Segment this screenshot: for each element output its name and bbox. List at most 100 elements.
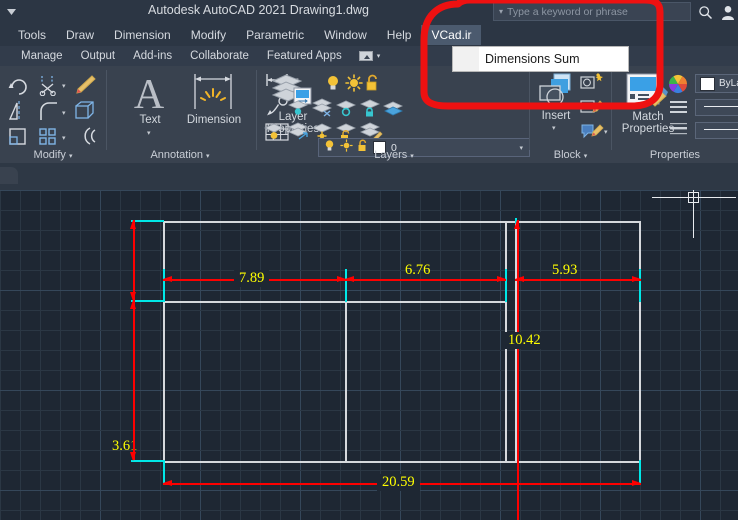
define-attributes-icon[interactable] bbox=[580, 121, 604, 141]
lineweight-combo[interactable] bbox=[695, 122, 738, 139]
dimline-6.76-arrow-left bbox=[345, 276, 354, 282]
layer-freeze-icon[interactable] bbox=[311, 98, 333, 117]
panel-caret-icon[interactable]: ▾ bbox=[584, 153, 588, 160]
layer-lock-icon[interactable] bbox=[359, 98, 381, 117]
layer-unlock-icon[interactable] bbox=[365, 74, 381, 92]
edit-block-icon[interactable] bbox=[580, 96, 604, 116]
text-dropdown-caret-icon[interactable]: ▾ bbox=[147, 129, 151, 137]
layer-sun-icon[interactable] bbox=[345, 74, 363, 92]
lineweight-icon[interactable] bbox=[670, 122, 687, 138]
menu-item-tools[interactable]: Tools bbox=[8, 25, 56, 45]
search-input[interactable]: ▾ Type a keyword or phrase bbox=[493, 2, 691, 21]
linear-dimension-icon[interactable] bbox=[192, 71, 234, 113]
drawing-canvas[interactable]: 3.61 6.81 7.89 6.76 5.93 10.42 20.59 bbox=[0, 190, 738, 520]
dimline-5.93[interactable] bbox=[515, 279, 641, 281]
dim-text-20.59[interactable]: 20.59 bbox=[377, 474, 420, 491]
menu-item-dimensions-sum[interactable]: Dimensions Sum bbox=[485, 52, 579, 66]
menu-item-window[interactable]: Window bbox=[314, 25, 377, 45]
linetype-combo[interactable] bbox=[695, 99, 738, 116]
layer-merge-icon[interactable] bbox=[382, 98, 404, 117]
wall-bottom[interactable] bbox=[163, 461, 641, 463]
user-account-icon[interactable] bbox=[718, 2, 738, 22]
array-icon[interactable] bbox=[38, 126, 60, 146]
insert-button-label[interactable]: Insert bbox=[532, 110, 580, 122]
panel-caret-icon[interactable]: ▾ bbox=[206, 153, 210, 160]
object-color-combo[interactable]: ByLayer bbox=[695, 74, 738, 93]
dimension-button-label[interactable]: Dimension bbox=[175, 114, 253, 126]
tab-output[interactable]: Output bbox=[72, 48, 125, 64]
wall-interior-vertical-1[interactable] bbox=[345, 301, 347, 463]
menu-item-modify[interactable]: Modify bbox=[181, 25, 236, 45]
panel-label-text: Annotation bbox=[150, 149, 204, 161]
search-icon[interactable] bbox=[695, 2, 715, 22]
create-block-icon[interactable] bbox=[580, 72, 604, 92]
wall-top[interactable] bbox=[163, 221, 641, 223]
tab-add-ins[interactable]: Add-ins bbox=[124, 48, 181, 64]
match-properties-icon[interactable] bbox=[624, 72, 668, 110]
title-bar: Autodesk AutoCAD 2021 Drawing1.dwg ▾ Typ… bbox=[0, 0, 738, 24]
crosshair-pickbox bbox=[688, 192, 699, 203]
search-dropdown-icon[interactable]: ▾ bbox=[494, 7, 507, 16]
lineweight-preview bbox=[704, 129, 738, 130]
attributes-dropdown-caret-icon[interactable]: ▾ bbox=[604, 128, 608, 136]
tab-collaborate[interactable]: Collaborate bbox=[181, 48, 258, 64]
tab-featured-apps[interactable]: Featured Apps bbox=[258, 48, 351, 64]
dim-text-5.93[interactable]: 5.93 bbox=[552, 262, 577, 279]
fillet-dropdown-caret-icon[interactable]: ▾ bbox=[62, 109, 66, 117]
dimline-6.76[interactable] bbox=[345, 279, 506, 281]
fillet-icon[interactable] bbox=[38, 101, 60, 121]
ribbon-panel-annotation-label: Annotation ▾ bbox=[107, 149, 253, 161]
ribbon-minimize-icon[interactable] bbox=[358, 51, 373, 61]
color-wheel-icon[interactable] bbox=[668, 74, 688, 94]
wall-interior-horizontal[interactable] bbox=[163, 301, 506, 303]
ribbon-panel-layers: Layer Properties bbox=[257, 66, 531, 163]
quick-access-dropdown-icon[interactable] bbox=[0, 0, 22, 24]
layer-isolate-icon[interactable] bbox=[287, 98, 309, 117]
menu-item-parametric[interactable]: Parametric bbox=[236, 25, 314, 45]
linetype-icon[interactable] bbox=[670, 100, 687, 116]
trim-dropdown-caret-icon[interactable]: ▾ bbox=[62, 82, 66, 90]
tab-manage[interactable]: Manage bbox=[12, 48, 72, 64]
3d-array-icon[interactable] bbox=[74, 101, 96, 121]
object-color-swatch[interactable] bbox=[700, 77, 715, 91]
text-icon[interactable]: A bbox=[129, 72, 169, 114]
dimline-6.81[interactable] bbox=[133, 300, 135, 460]
layer-on-icon[interactable] bbox=[263, 122, 285, 141]
menu-item-draw[interactable]: Draw bbox=[56, 25, 104, 45]
wall-left[interactable] bbox=[163, 221, 165, 463]
dimline-6.81-arrow-bottom bbox=[130, 452, 136, 461]
ribbon-panel-modify-label: Modify ▾ bbox=[0, 149, 106, 161]
panel-caret-icon[interactable]: ▾ bbox=[410, 153, 414, 160]
ext-line-v-a bbox=[163, 269, 165, 302]
dim-text-10.42[interactable]: 10.42 bbox=[505, 332, 544, 349]
scale-icon[interactable] bbox=[8, 126, 30, 146]
trim-icon[interactable] bbox=[38, 74, 60, 96]
layer-off-icon[interactable] bbox=[335, 98, 357, 117]
dimline-10.42[interactable] bbox=[517, 220, 519, 520]
autocad-window: Autodesk AutoCAD 2021 Drawing1.dwg ▾ Typ… bbox=[0, 0, 738, 520]
menu-item-help[interactable]: Help bbox=[377, 25, 422, 45]
text-button-label[interactable]: Text bbox=[121, 114, 179, 126]
layer-bulb-icon[interactable] bbox=[324, 74, 342, 92]
rotate-icon[interactable] bbox=[8, 74, 30, 96]
menu-item-vcad[interactable]: VCad.ir bbox=[421, 25, 482, 45]
wall-right[interactable] bbox=[639, 221, 641, 463]
array-dropdown-caret-icon[interactable]: ▾ bbox=[62, 134, 66, 142]
dimline-3.61[interactable] bbox=[133, 220, 135, 300]
ribbon-minimize-caret-icon[interactable]: ▾ bbox=[377, 52, 381, 60]
insert-block-icon[interactable] bbox=[538, 72, 580, 112]
erase-icon[interactable] bbox=[74, 74, 97, 96]
dimline-6.81-arrow-top bbox=[130, 300, 136, 309]
offset-icon[interactable] bbox=[74, 126, 97, 146]
ribbon-panel-block: Insert ▾ ▾ Block ▾ bbox=[530, 66, 611, 163]
dim-text-6.76[interactable]: 6.76 bbox=[405, 262, 430, 279]
panel-caret-icon[interactable]: ▾ bbox=[69, 153, 73, 160]
dimline-20.59-arrow-left bbox=[163, 480, 172, 486]
mirror-icon[interactable] bbox=[8, 101, 30, 121]
menu-item-dimension[interactable]: Dimension bbox=[104, 25, 181, 45]
dim-text-7.89[interactable]: 7.89 bbox=[234, 270, 270, 287]
layer-unisolate-icon[interactable] bbox=[287, 122, 309, 141]
panel-label-text: Properties bbox=[649, 149, 701, 161]
insert-dropdown-caret-icon[interactable]: ▾ bbox=[552, 124, 556, 132]
viewport-tab[interactable] bbox=[0, 167, 18, 184]
